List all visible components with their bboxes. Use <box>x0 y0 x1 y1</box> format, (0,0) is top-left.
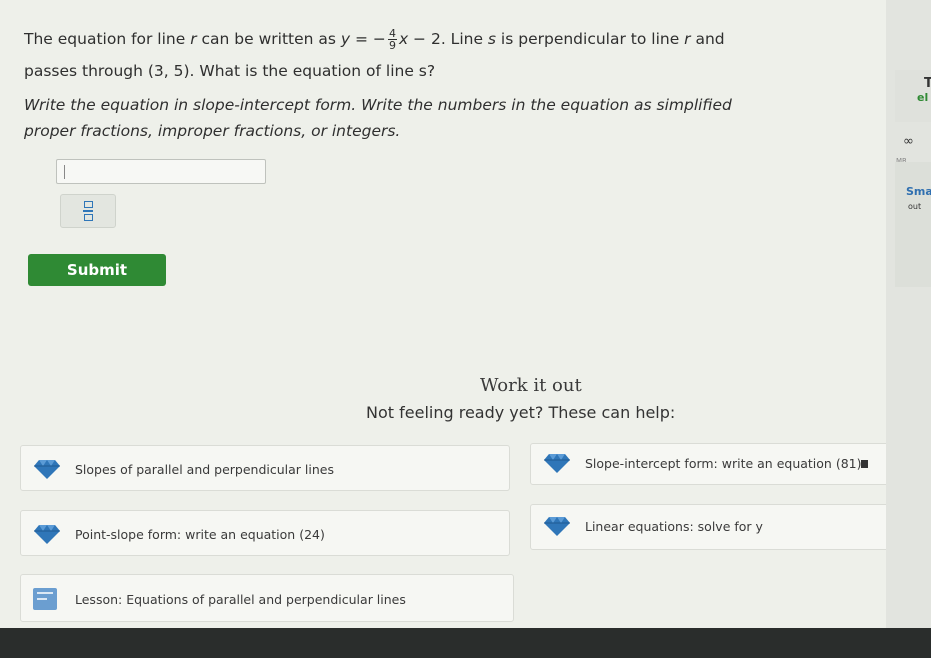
eq-constant: − 2 <box>408 30 441 48</box>
gem-icon <box>544 454 570 473</box>
text-caret <box>64 165 65 179</box>
submit-button[interactable]: Submit <box>28 254 166 286</box>
help-card-label: Lesson: Equations of parallel and perpen… <box>75 592 406 607</box>
lesson-icon <box>33 588 57 610</box>
question-text: and <box>690 30 725 48</box>
question-line-1: The equation for line r can be written a… <box>24 28 725 51</box>
fraction-icon <box>83 201 93 221</box>
help-card-slope-intercept[interactable]: Slope-intercept form: write an equation … <box>530 443 930 485</box>
question-text: can be written as <box>196 30 341 48</box>
gem-icon <box>34 525 60 544</box>
gem-icon <box>34 460 60 479</box>
help-card-label: Point-slope form: write an equation (24) <box>75 527 325 542</box>
bookmark-icon <box>861 460 868 468</box>
eq-denominator: 9 <box>388 39 396 52</box>
sidebar-smartscore-label: Sma <box>906 185 931 198</box>
line-s-var: s <box>487 30 496 48</box>
sidebar-out-label: out <box>908 202 922 211</box>
fraction-button[interactable] <box>60 194 116 228</box>
answer-input[interactable] <box>56 159 266 184</box>
sidebar-text-el: el <box>917 91 929 104</box>
main-content: The equation for line r can be written a… <box>0 0 930 628</box>
help-card-label: Slope-intercept form: write an equation … <box>585 456 862 471</box>
help-card-lesson[interactable]: Lesson: Equations of parallel and perpen… <box>20 574 514 622</box>
sidebar-text-t: T <box>924 76 931 91</box>
help-card-point-slope[interactable]: Point-slope form: write an equation (24) <box>20 510 510 556</box>
bottom-bar <box>0 628 931 658</box>
question-line-2: passes through (3, 5). What is the equat… <box>24 62 436 80</box>
help-card-linear-equations[interactable]: Linear equations: solve for y <box>530 504 930 550</box>
work-it-out-subtitle: Not feeling ready yet? These can help: <box>366 403 676 422</box>
help-card-slopes[interactable]: Slopes of parallel and perpendicular lin… <box>20 445 510 491</box>
instruction-line-2: proper fractions, improper fractions, or… <box>24 122 401 140</box>
sidebar-smartscore-panel <box>895 162 931 287</box>
question-text: is perpendicular to line <box>496 30 685 48</box>
help-card-label: Linear equations: solve for y <box>585 519 763 534</box>
gem-icon <box>544 517 570 536</box>
eq-fraction: 49 <box>387 28 397 52</box>
instruction-line-1: Write the equation in slope-intercept fo… <box>24 96 732 114</box>
work-it-out-title: Work it out <box>480 375 582 396</box>
question-text: The equation for line <box>24 30 191 48</box>
question-text: . Line <box>440 30 488 48</box>
eq-x: x <box>398 30 409 48</box>
eq-y: y <box>340 30 351 48</box>
eq-equals: = − <box>350 30 386 48</box>
infinity-icon: ∞ <box>903 134 914 149</box>
help-card-label: Slopes of parallel and perpendicular lin… <box>75 462 334 477</box>
